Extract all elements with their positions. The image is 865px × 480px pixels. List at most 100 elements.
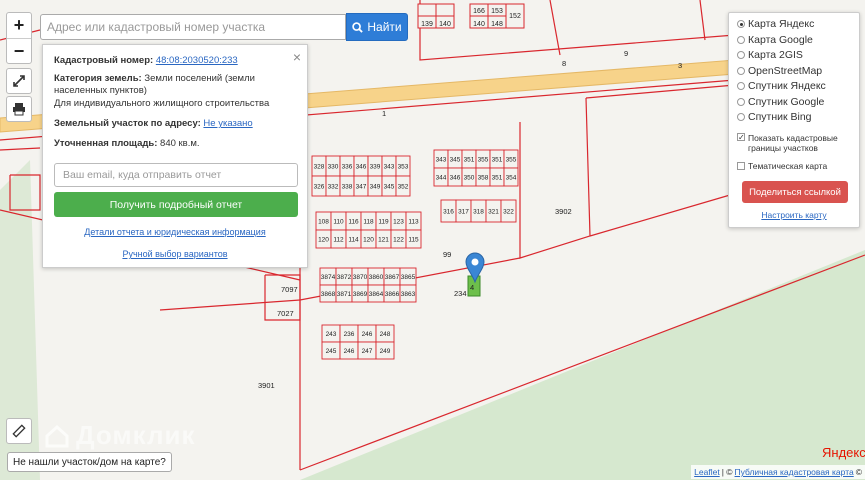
parcel-label: 316 (443, 209, 454, 216)
parcel-label: 114 (348, 237, 359, 244)
map-attribution: Leaflet | © Публичная кадастровая карта … (691, 465, 865, 479)
parcel-label: 245 (326, 348, 337, 355)
domclick-watermark: Домклик (44, 420, 195, 451)
parcel-label: 119 (378, 219, 389, 226)
radio-icon (737, 82, 745, 90)
ruler-button[interactable] (6, 418, 32, 444)
svg-text:140: 140 (473, 21, 485, 28)
layer-option[interactable]: Спутник Bing (737, 111, 812, 123)
parcel-label: 121 (378, 237, 389, 244)
leaflet-link[interactable]: Leaflet (694, 467, 720, 477)
search-button[interactable]: Найти (346, 13, 408, 41)
parcel-label: 247 (362, 348, 373, 355)
address-label: Земельный участок по адресу: (54, 118, 201, 129)
radio-icon (737, 113, 745, 121)
parcel-label: 347 (356, 184, 367, 191)
fullscreen-button[interactable] (6, 68, 32, 94)
parcel-label: 3874 (321, 274, 336, 281)
report-details-link[interactable]: Детали отчета и юридическая информация (84, 227, 265, 237)
radio-icon (737, 97, 745, 106)
parcel-label: 3860 (369, 274, 384, 281)
svg-text:139: 139 (421, 21, 433, 28)
parcel-label: 108 (318, 219, 329, 226)
address-link[interactable]: Не указано (203, 118, 252, 129)
get-report-button[interactable]: Получить подробный отчет (54, 192, 298, 217)
layer-option[interactable]: Карта Google (737, 34, 813, 46)
address-row: Земельный участок по адресу: Не указано (54, 118, 300, 130)
zoom-in-button[interactable]: + (7, 13, 31, 39)
parcel-label: 248 (380, 331, 391, 338)
parcel-label: 3869 (353, 291, 368, 298)
parcel-label: 345 (450, 157, 461, 164)
pkk-link[interactable]: Публичная кадастровая карта (735, 467, 854, 477)
parcel-label: 351 (492, 175, 503, 182)
parcel-label: 246 (344, 348, 355, 355)
ruler-icon (12, 424, 26, 438)
cadastral-row: Кадастровый номер: 48:08:2030520:233 (54, 55, 300, 67)
radio-icon (737, 66, 745, 75)
layer-option[interactable]: Карта 2GIS (737, 49, 803, 61)
parcel-label: 355 (506, 157, 517, 164)
layer-option-label: Спутник Bing (748, 111, 812, 123)
parcel-label: 353 (398, 164, 409, 171)
house-icon (45, 424, 69, 447)
parcel-label: 115 (408, 237, 419, 244)
parcel-label: 351 (464, 157, 475, 164)
not-found-button[interactable]: Не нашли участок/дом на карте? (7, 452, 172, 472)
cadastral-label: Кадастровый номер: (54, 55, 154, 66)
print-button[interactable] (6, 96, 32, 122)
svg-text:4: 4 (470, 283, 474, 292)
manual-selection-link[interactable]: Ручной выбор вариантов (122, 249, 227, 259)
yandex-logo-text: Яндекс (822, 445, 865, 460)
radio-icon (737, 35, 745, 44)
email-field[interactable] (54, 163, 298, 187)
area-row: Уточненная площадь: 840 кв.м. (54, 138, 300, 150)
parcel-label: 3867 (385, 274, 400, 281)
area-value: 840 кв.м. (160, 138, 200, 149)
attribution-separator: | © (721, 467, 733, 477)
top-block-grid (417, 3, 525, 29)
parcel-label: 321 (488, 209, 499, 216)
layer-option[interactable]: OpenStreetMap (737, 65, 822, 77)
cadastral-number-link[interactable]: 48:08:2030520:233 (156, 55, 238, 66)
search-icon (352, 21, 364, 33)
parcel-label: 116 (348, 219, 359, 226)
checkbox-empty-icon (737, 162, 745, 170)
thematic-map-toggle[interactable]: Тематическая карта (737, 161, 827, 171)
layer-option[interactable]: Карта Яндекс (737, 18, 814, 30)
setup-map-link[interactable]: Настроить карту (761, 210, 826, 220)
use-value: Для индивидуального жилищного строительс… (54, 98, 270, 109)
layer-option-label: Спутник Яндекс (748, 80, 826, 92)
zoom-out-button[interactable]: − (7, 39, 31, 64)
attribution-copy: © (855, 467, 862, 477)
parcel-info-popup: × Кадастровый номер: 48:08:2030520:233 К… (42, 44, 308, 268)
svg-text:234: 234 (454, 289, 467, 298)
svg-text:3: 3 (678, 61, 682, 70)
layer-option[interactable]: Спутник Яндекс (737, 80, 826, 92)
svg-text:1: 1 (382, 109, 386, 118)
parcel-label: 322 (503, 209, 514, 216)
parcel-label: 336 (342, 164, 353, 171)
thematic-map-label: Тематическая карта (748, 161, 828, 171)
svg-text:148: 148 (491, 21, 503, 28)
parcel-label: 338 (342, 184, 353, 191)
parcel-label: 110 (333, 219, 344, 226)
parcel-label: 332 (328, 184, 339, 191)
show-cadastral-toggle[interactable]: ✓ Показать кадастровые границы участков (737, 133, 855, 153)
parcel-label: 354 (506, 175, 517, 182)
share-link-button[interactable]: Поделиться ссылкой (742, 181, 848, 203)
parcel-label: 122 (393, 237, 404, 244)
layer-option-label: Спутник Google (748, 95, 825, 108)
radio-selected-icon (737, 20, 745, 28)
radio-icon (737, 51, 745, 59)
parcel-label: 249 (380, 348, 391, 355)
category-row: Категория земель: Земли поселений (земли… (54, 73, 300, 97)
search-input[interactable] (40, 14, 346, 40)
parcel-label: 246 (362, 331, 373, 338)
parcel-label: 344 (436, 175, 447, 182)
yandex-logo: Яндекс (822, 445, 865, 460)
layer-option[interactable]: Спутник Google (737, 96, 824, 108)
svg-text:153: 153 (491, 8, 503, 15)
parcel-label: 3866 (385, 291, 400, 298)
search-button-label: Найти (367, 20, 402, 34)
